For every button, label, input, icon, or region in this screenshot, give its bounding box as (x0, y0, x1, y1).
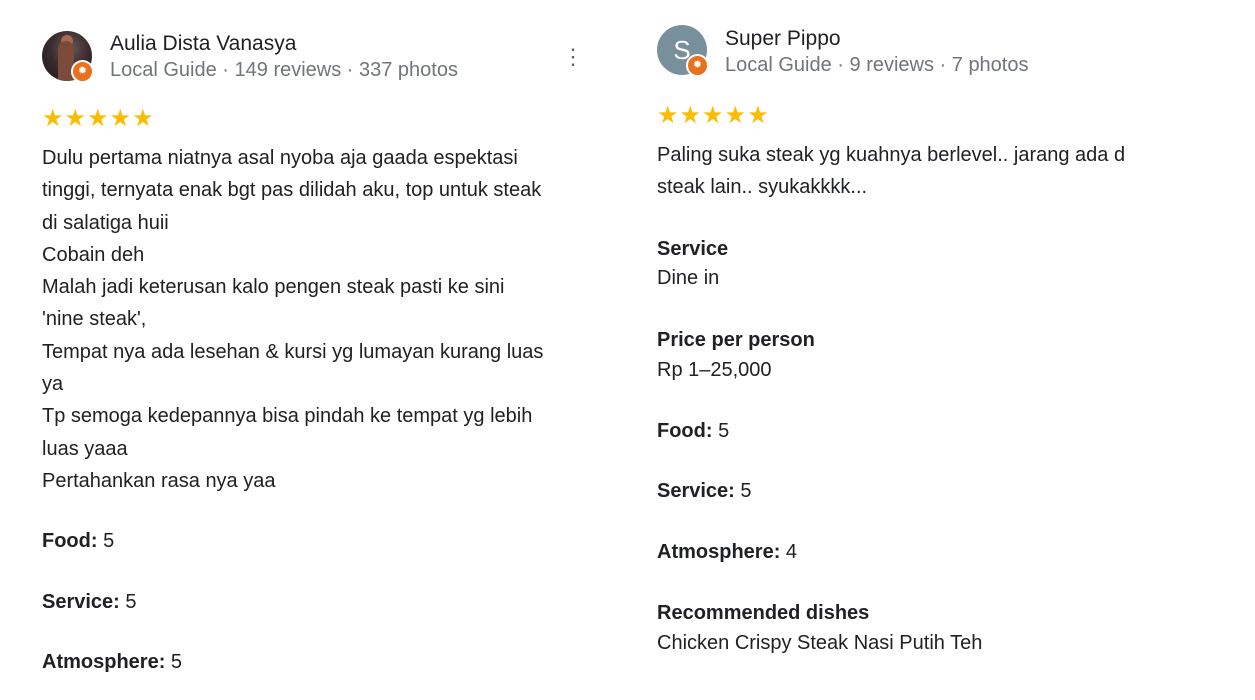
review-text-line: ya (42, 373, 64, 396)
review-text-line: luas yaaa (42, 437, 128, 460)
atmosphere-rating: Atmosphere: 5 (42, 651, 182, 674)
food-label: Food: (657, 420, 713, 442)
review-text: Dulu pertama niatnya asal nyoba aja gaad… (42, 142, 587, 497)
atmosphere-label: Atmosphere: (42, 651, 166, 673)
reviewer-name[interactable]: Super Pippo (725, 27, 841, 51)
avatar[interactable]: ✹ (42, 31, 94, 83)
star-rating: ★★★★★ (42, 105, 155, 132)
star-rating: ★★★★★ (657, 102, 770, 129)
reviewer-name[interactable]: Aulia Dista Vanasya (110, 32, 296, 56)
review-text-line: tinggi, ternyata enak bgt pas dilidah ak… (42, 179, 542, 202)
food-value: 5 (718, 420, 730, 442)
price-heading: Price per person (657, 329, 815, 352)
recommended-dishes: Chicken Crispy Steak Nasi Putih Teh (657, 632, 983, 654)
review-text-line: Pertahankan rasa nya yaa (42, 469, 276, 492)
reviewer-meta[interactable]: Local Guide · 149 reviews · 337 photos (110, 59, 458, 82)
atmosphere-value: 4 (785, 541, 798, 563)
review-text: Paling suka steak yg kuahnya berlevel.. … (657, 139, 1217, 204)
service-value: 5 (125, 591, 137, 613)
service-value: 5 (740, 480, 752, 502)
reviewer-meta[interactable]: Local Guide · 9 reviews · 7 photos (725, 54, 1029, 77)
price-value: Rp 1–25,000 (657, 359, 772, 381)
food-value: 5 (103, 530, 115, 552)
review-text-line: steak lain.. syukakkkk... (657, 176, 868, 199)
local-guide-badge-icon: ✹ (71, 60, 94, 83)
more-options-icon[interactable]: ⋮ (562, 42, 584, 72)
review-text-line: Tp semoga kedepannya bisa pindah ke temp… (42, 405, 533, 428)
food-rating: Food: 5 (42, 530, 114, 553)
service-rating: Service: 5 (42, 591, 137, 614)
service-label: Service: (657, 480, 735, 502)
avatar[interactable]: S ✹ (657, 25, 709, 77)
atmosphere-label: Atmosphere: (657, 541, 781, 563)
food-rating: Food: 5 (657, 420, 729, 443)
service-heading-label: Service (657, 238, 729, 260)
review-text-line: Dulu pertama niatnya asal nyoba aja gaad… (42, 147, 518, 169)
review-text-line: Cobain deh (42, 243, 145, 266)
local-guide-badge-icon: ✹ (686, 54, 709, 77)
price-heading-label: Price per person (657, 329, 815, 351)
dishes-heading-label: Recommended dishes (657, 602, 870, 624)
food-label: Food: (42, 530, 98, 552)
atmosphere-rating: Atmosphere: 4 (657, 541, 797, 564)
service-rating: Service: 5 (657, 480, 752, 503)
review-text-line: di salatiga huii (42, 211, 169, 234)
service-type: Dine in (657, 267, 720, 289)
dishes-heading: Recommended dishes (657, 602, 869, 625)
review-text-line: 'nine steak', (42, 308, 147, 331)
service-label: Service: (42, 591, 120, 613)
atmosphere-value: 5 (170, 651, 183, 673)
service-heading: Service (657, 238, 728, 261)
review-text-line: Tempat nya ada lesehan & kursi yg lumaya… (42, 340, 544, 363)
review-text-line: Malah jadi keterusan kalo pengen steak p… (42, 276, 505, 299)
review-text-line: Paling suka steak yg kuahnya berlevel.. … (657, 144, 1126, 166)
